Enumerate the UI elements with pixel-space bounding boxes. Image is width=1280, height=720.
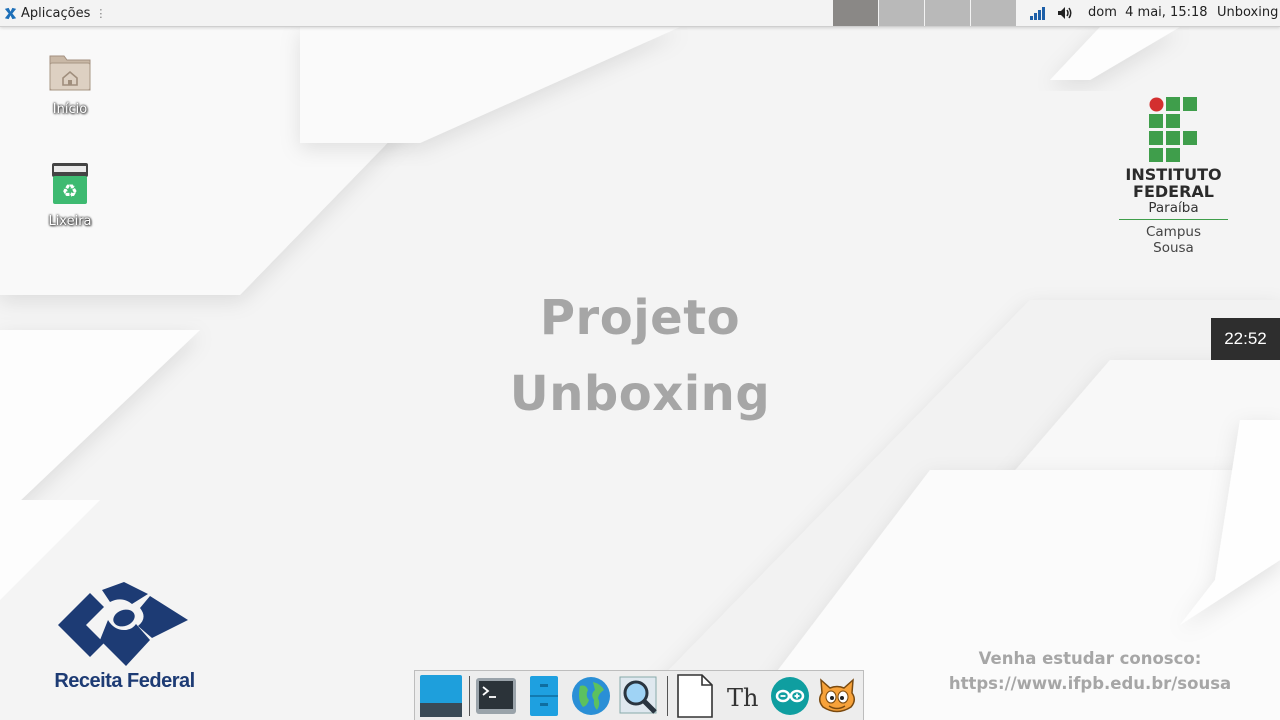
instituto-federal-logo: INSTITUTO FEDERAL Paraíba Campus Sousa: [1116, 96, 1231, 256]
dock-web-browser[interactable]: [570, 674, 614, 718]
receita-federal-logo: Receita Federal: [52, 580, 197, 693]
document-icon: [676, 673, 713, 718]
applications-menu-label: Aplicações: [21, 5, 91, 21]
system-tray: [1029, 0, 1074, 26]
trash-icon: ♻: [52, 163, 88, 204]
volume-icon[interactable]: [1056, 5, 1074, 21]
arduino-icon: [770, 676, 809, 715]
project-title-line1: Projeto: [539, 290, 741, 346]
svg-text:Th: Th: [727, 684, 758, 712]
workspace-3[interactable]: [925, 0, 970, 26]
dock-show-desktop[interactable]: [419, 674, 463, 718]
side-clock-widget: 22:52: [1211, 318, 1280, 360]
if-logo-city: Sousa: [1153, 240, 1194, 256]
xfce-logo-icon: [4, 7, 17, 19]
file-manager-icon: [529, 675, 558, 716]
if-logo-state: Paraíba: [1148, 200, 1199, 216]
dock-file-manager[interactable]: [522, 674, 566, 718]
home-folder-icon: [49, 55, 91, 91]
promo-line1: Venha estudar conosco:: [978, 649, 1202, 668]
scratch-icon: [819, 677, 856, 712]
if-logo-campus: Campus: [1145, 224, 1201, 240]
workspace-2[interactable]: [879, 0, 924, 26]
svg-text:♻: ♻: [62, 181, 78, 202]
promo-text: Venha estudar conosco: https://www.ifpb.…: [940, 646, 1240, 696]
menu-handle: ⋮: [95, 6, 107, 20]
show-desktop-icon: [419, 674, 462, 717]
desktop-icon-label: Início: [52, 102, 88, 117]
workspace-4[interactable]: [971, 0, 1016, 26]
if-logo-line2: FEDERAL: [1133, 182, 1214, 201]
if-logo-line1: INSTITUTO: [1125, 165, 1222, 184]
network-signal-icon[interactable]: [1029, 5, 1047, 21]
dock-scratch[interactable]: [815, 674, 859, 718]
desktop-icon-label: Lixeira: [48, 214, 92, 229]
workspace-1[interactable]: [833, 0, 878, 26]
receita-federal-name: Receita Federal: [54, 670, 195, 692]
workspace-switcher: [833, 0, 1016, 26]
dock-thonny[interactable]: Th: [720, 674, 764, 718]
app-finder-icon: [619, 676, 657, 714]
desktop-icon-trash[interactable]: ♻ Lixeira: [30, 160, 110, 229]
desktop-icon-home[interactable]: Início: [30, 48, 110, 117]
dock-panel: Th: [414, 670, 864, 720]
panel-clock[interactable]: dom 4 mai, 15:18: [1088, 0, 1208, 26]
dock-document[interactable]: [673, 673, 717, 718]
promo-url: https://www.ifpb.edu.br/sousa: [948, 674, 1232, 693]
top-panel: Aplicações ⋮ dom 4 mai, 15:18 Unboxing: [0, 0, 1280, 27]
receita-federal-emblem: [58, 582, 188, 666]
dock-terminal[interactable]: [475, 674, 519, 718]
if-logo-divider: [1119, 219, 1228, 220]
if-logo-mark: [1148, 97, 1197, 162]
terminal-icon: [476, 677, 517, 714]
web-browser-icon: [572, 676, 611, 715]
dock-app-finder[interactable]: [617, 674, 661, 718]
thonny-icon: Th: [727, 684, 758, 712]
dock-separator: [666, 675, 668, 716]
project-title-line2: Unboxing: [509, 366, 771, 422]
dock-arduino[interactable]: [768, 674, 812, 718]
applications-menu-button[interactable]: Aplicações ⋮: [3, 0, 106, 26]
dock-separator: [468, 675, 470, 716]
active-window-title[interactable]: Unboxing: [1217, 0, 1278, 26]
